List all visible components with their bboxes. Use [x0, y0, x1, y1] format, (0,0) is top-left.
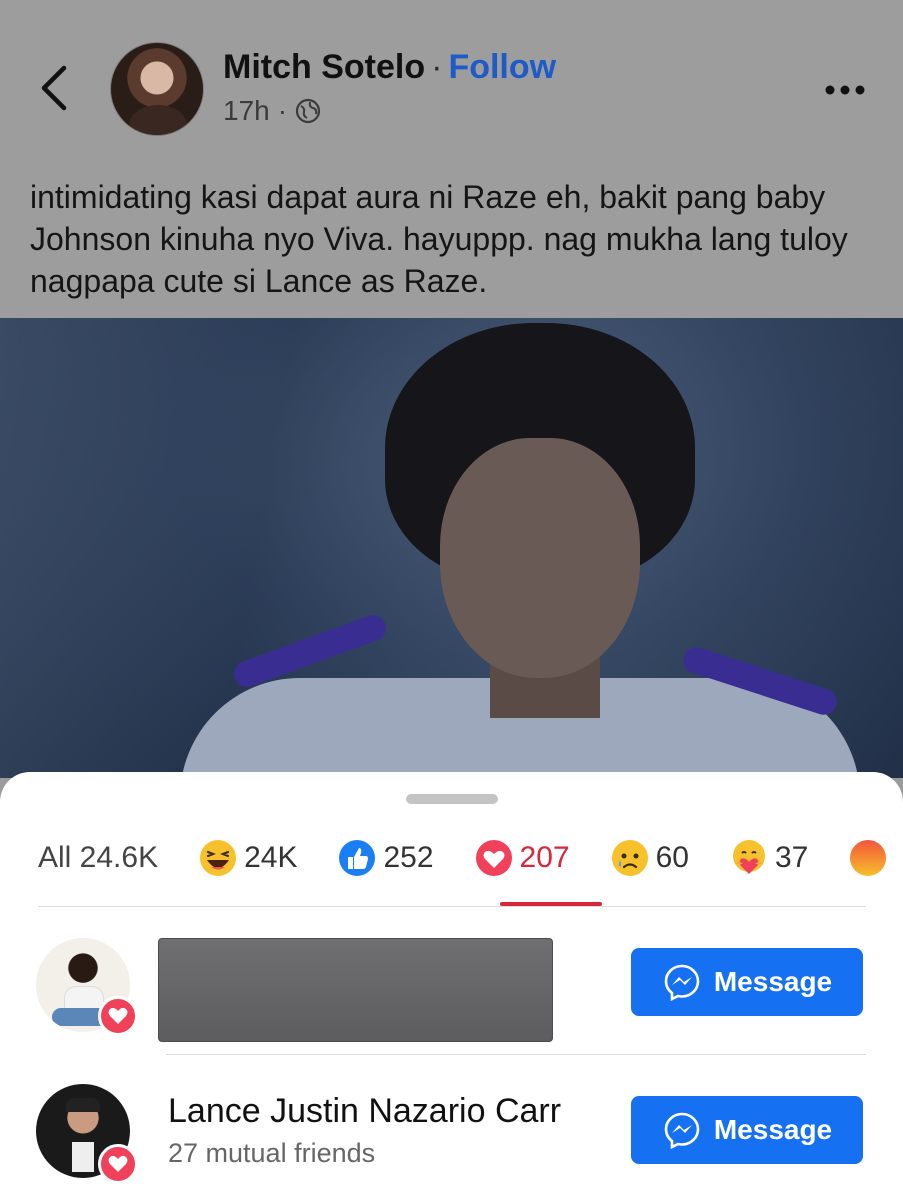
sheet-grabber[interactable] — [406, 794, 498, 804]
heart-icon — [108, 1007, 128, 1024]
message-button-label: Message — [713, 1114, 833, 1145]
separator-dot: · — [431, 48, 443, 86]
messenger-icon — [664, 1112, 700, 1150]
tab-care[interactable]: 37 — [729, 838, 808, 878]
post-text: intimidating kasi dapat aura ni Raze eh,… — [30, 179, 848, 299]
tab-angry-partial[interactable] — [848, 838, 888, 878]
more-options-icon[interactable] — [820, 80, 870, 100]
tabs-divider — [38, 906, 866, 907]
tab-love-count: 207 — [519, 841, 570, 874]
follow-button[interactable]: Follow — [448, 48, 556, 86]
tab-all-label: All 24.6K — [38, 841, 159, 874]
haha-icon — [200, 840, 237, 876]
author-avatar[interactable] — [110, 42, 204, 136]
message-button[interactable]: Message — [631, 1096, 863, 1164]
post-meta: 17h · — [223, 95, 321, 127]
love-reaction-badge — [98, 996, 138, 1036]
tab-care-count: 37 — [774, 841, 809, 874]
message-button-label: Message — [713, 966, 833, 997]
tab-all[interactable]: All 24.6K — [38, 841, 158, 875]
mutual-friends: 27 mutual friends — [168, 1138, 376, 1168]
back-chevron-icon[interactable] — [34, 62, 74, 114]
tab-like-count: 252 — [383, 841, 434, 874]
like-icon — [339, 840, 376, 876]
messenger-icon — [664, 964, 700, 1002]
row-divider — [166, 1054, 866, 1055]
meta-dot: · — [277, 95, 288, 126]
sad-icon — [611, 840, 648, 876]
love-reaction-badge — [98, 1144, 138, 1184]
angry-icon — [850, 840, 887, 876]
post-video-thumbnail[interactable] — [0, 318, 903, 778]
tab-haha-count: 24K — [244, 841, 298, 874]
tab-like[interactable]: 252 — [337, 838, 434, 878]
heart-icon — [108, 1155, 128, 1172]
media-face — [440, 438, 640, 678]
tab-sad[interactable]: 60 — [610, 838, 689, 878]
tab-haha[interactable]: 24K — [198, 838, 297, 878]
avatar-detail-collar — [72, 1142, 94, 1172]
avatar-detail-hair — [66, 1098, 100, 1112]
author-line: Mitch Sotelo · Follow — [223, 48, 556, 87]
care-icon — [732, 840, 765, 874]
love-icon — [475, 840, 512, 876]
message-button[interactable]: Message — [631, 948, 863, 1016]
author-name[interactable]: Mitch Sotelo — [223, 48, 425, 86]
reactions-sheet: All 24.6K 24K 252 207 60 37 Message Lanc… — [0, 772, 903, 1200]
post-timestamp: 17h — [223, 95, 270, 126]
post-header: Mitch Sotelo · Follow 17h · intimidating k… — [0, 0, 903, 320]
redacted-name-block — [158, 938, 553, 1042]
reaction-tabs: All 24.6K 24K 252 207 60 37 — [38, 836, 888, 880]
tab-sad-count: 60 — [655, 841, 689, 874]
person-name[interactable]: Lance Justin Nazario Carr — [168, 1092, 561, 1131]
globe-icon — [295, 98, 321, 124]
tab-love[interactable]: 207 — [474, 838, 570, 878]
